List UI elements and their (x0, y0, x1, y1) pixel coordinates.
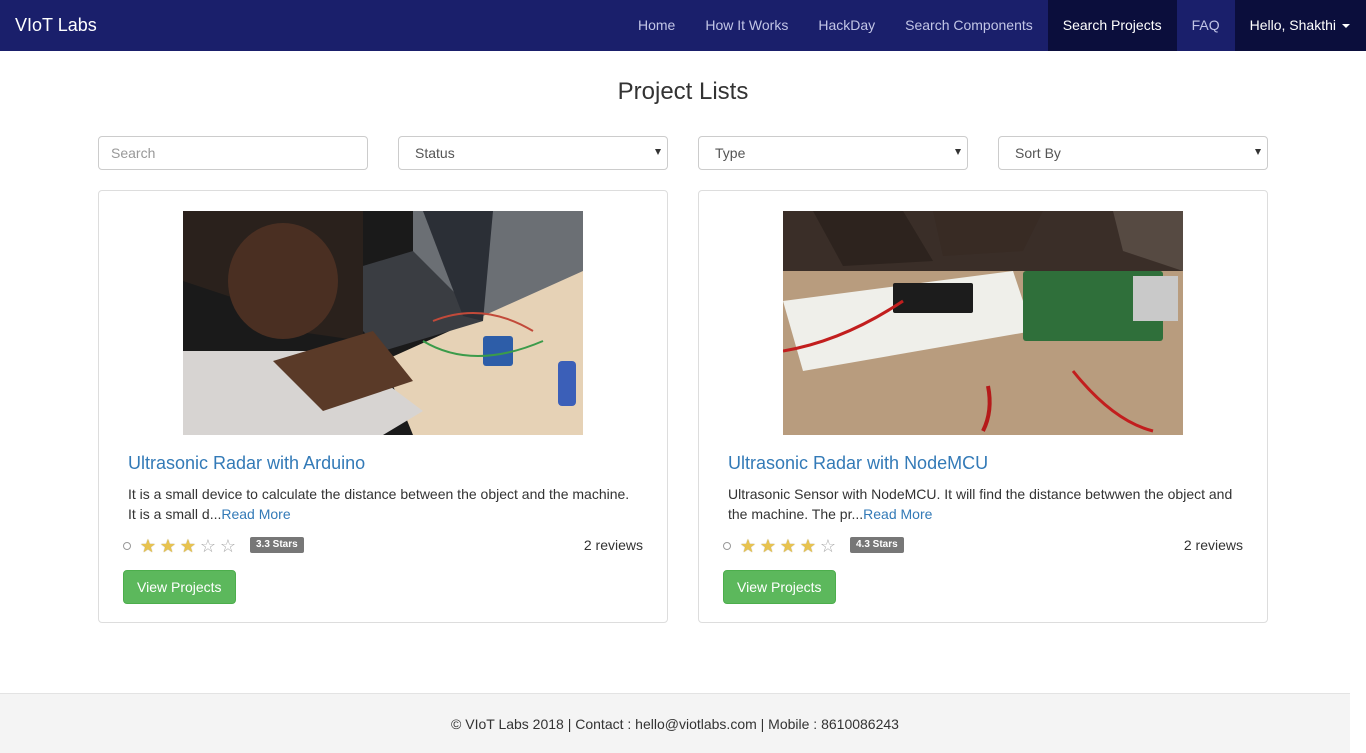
footer: © VIoT Labs 2018 | Contact : hello@viotl… (0, 693, 1350, 753)
star-icon[interactable]: ★ (158, 537, 178, 555)
type-select-value: Type (715, 145, 746, 161)
sort-select[interactable]: Sort By (998, 136, 1268, 170)
project-card: Ultrasonic Radar with Arduino It is a sm… (98, 190, 668, 623)
read-more-link[interactable]: Read More (863, 506, 932, 522)
top-navbar: VIoT Labs Home How It Works HackDay Sear… (0, 0, 1366, 51)
star-icon[interactable]: ★ (798, 537, 818, 555)
project-title[interactable]: Ultrasonic Radar with NodeMCU (728, 453, 988, 474)
star-icon[interactable]: ★ (738, 537, 758, 555)
project-description-text: It is a small device to calculate the di… (128, 486, 630, 522)
reviews-count: 2 reviews (1183, 537, 1243, 553)
project-image[interactable] (183, 211, 583, 435)
star-icon[interactable]: ★ (758, 537, 778, 555)
search-input[interactable] (98, 136, 368, 170)
rating-clear-icon[interactable] (123, 542, 131, 550)
project-card: Ultrasonic Radar with NodeMCU Ultrasonic… (698, 190, 1268, 623)
nav-item-hackday[interactable]: HackDay (803, 0, 890, 51)
type-select[interactable]: Type (698, 136, 968, 170)
nav-item-search-components[interactable]: Search Components (890, 0, 1048, 51)
page-title: Project Lists (617, 78, 749, 105)
star-icon[interactable]: ☆ (818, 537, 838, 555)
nav-item-home[interactable]: Home (623, 0, 690, 51)
status-select-value: Status (415, 145, 455, 161)
project-description: It is a small device to calculate the di… (128, 484, 640, 524)
star-icon[interactable]: ☆ (198, 537, 218, 555)
nav-item-faq[interactable]: FAQ (1177, 0, 1235, 51)
dropdown-arrow-icon (1255, 149, 1261, 155)
caret-down-icon (1342, 24, 1350, 29)
view-projects-button[interactable]: View Projects (723, 570, 836, 604)
star-rating[interactable]: ★ ★ ★ ★ ☆ (723, 536, 838, 556)
nav-menu: Home How It Works HackDay Search Compone… (623, 0, 1366, 51)
footer-text: © VIoT Labs 2018 | Contact : hello@viotl… (451, 716, 899, 732)
rating-clear-icon[interactable] (723, 542, 731, 550)
project-description: Ultrasonic Sensor with NodeMCU. It will … (728, 484, 1240, 524)
project-title[interactable]: Ultrasonic Radar with Arduino (128, 453, 365, 474)
view-projects-button[interactable]: View Projects (123, 570, 236, 604)
project-description-text: Ultrasonic Sensor with NodeMCU. It will … (728, 486, 1233, 522)
star-icon[interactable]: ☆ (218, 537, 238, 555)
star-icon[interactable]: ★ (138, 537, 158, 555)
user-menu-dropdown[interactable]: Hello, Shakthi (1234, 0, 1366, 51)
rating-badge: 3.3 Stars (250, 537, 304, 553)
dropdown-arrow-icon (655, 149, 661, 155)
sort-select-value: Sort By (1015, 145, 1061, 161)
reviews-count: 2 reviews (583, 537, 643, 553)
dropdown-arrow-icon (955, 149, 961, 155)
status-select[interactable]: Status (398, 136, 668, 170)
user-greeting: Hello, Shakthi (1249, 17, 1336, 33)
project-image[interactable] (783, 211, 1183, 435)
nav-item-search-projects[interactable]: Search Projects (1047, 0, 1177, 51)
star-rating[interactable]: ★ ★ ★ ☆ ☆ (123, 536, 238, 556)
rating-badge: 4.3 Stars (850, 537, 904, 553)
brand-logo[interactable]: VIoT Labs (15, 15, 97, 36)
star-icon[interactable]: ★ (178, 537, 198, 555)
nav-item-how-it-works[interactable]: How It Works (690, 0, 803, 51)
read-more-link[interactable]: Read More (221, 506, 290, 522)
star-icon[interactable]: ★ (778, 537, 798, 555)
